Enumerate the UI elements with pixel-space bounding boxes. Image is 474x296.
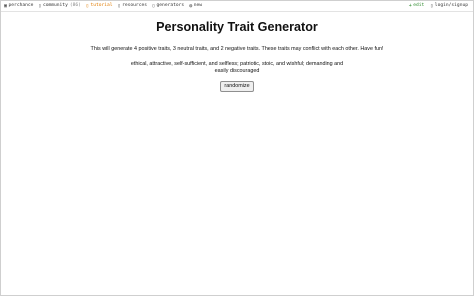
chat-icon: ▯	[38, 3, 42, 9]
nav-new-label: new	[193, 3, 203, 8]
nav-edit-label: edit	[413, 3, 425, 8]
book-icon: ▯	[85, 3, 89, 9]
generated-traits-line-2: easily discouraged	[214, 67, 260, 74]
nav-right-group: + edit ▯ login/signup	[403, 1, 468, 11]
page-frame: ▣ perchance ▯ community (86) ▯ tutorial …	[0, 0, 474, 296]
nav-new-link[interactable]: ◍ new	[189, 1, 202, 11]
nav-tutorial-label: tutorial	[90, 3, 113, 8]
nav-generators-link[interactable]: ▯ generators	[152, 1, 184, 11]
nav-community-label: community	[42, 3, 68, 8]
nav-resources-label: resources	[122, 3, 147, 8]
nav-perchance-label: perchance	[8, 3, 34, 8]
randomize-button[interactable]: randomize	[220, 81, 254, 93]
user-icon: ▯	[430, 3, 434, 9]
nav-community-count: (86)	[69, 3, 81, 8]
nav-tutorial-link[interactable]: ▯ tutorial	[86, 1, 113, 11]
nav-left-group: ▣ perchance ▯ community (86) ▯ tutorial …	[4, 1, 207, 11]
nav-generators-label: generators	[156, 3, 185, 8]
grid-icon: ▯	[152, 3, 156, 9]
generated-traits-output: ethical, attractive, self-sufficient, an…	[112, 61, 362, 74]
generator-description: This will generate 4 positive traits, 3 …	[90, 46, 384, 52]
plus-icon: +	[408, 3, 412, 9]
nav-perchance-link[interactable]: ▣ perchance	[4, 1, 33, 11]
cube-icon: ▣	[4, 3, 8, 9]
page-title: Personality Trait Generator	[156, 20, 318, 34]
generator-content: Personality Trait Generator This will ge…	[1, 12, 473, 93]
globe-icon: ◍	[189, 3, 193, 9]
nav-login-link[interactable]: ▯ login/signup	[430, 1, 468, 11]
nav-community-link[interactable]: ▯ community (86)	[38, 1, 81, 11]
nav-login-label: login/signup	[434, 3, 468, 8]
nav-edit-link[interactable]: + edit	[409, 1, 425, 11]
nav-resources-link[interactable]: ▯ resources	[118, 1, 147, 11]
document-icon: ▯	[117, 3, 121, 9]
generated-traits-line-1: ethical, attractive, self-sufficient, an…	[130, 61, 344, 67]
top-nav-bar: ▣ perchance ▯ community (86) ▯ tutorial …	[1, 1, 473, 12]
